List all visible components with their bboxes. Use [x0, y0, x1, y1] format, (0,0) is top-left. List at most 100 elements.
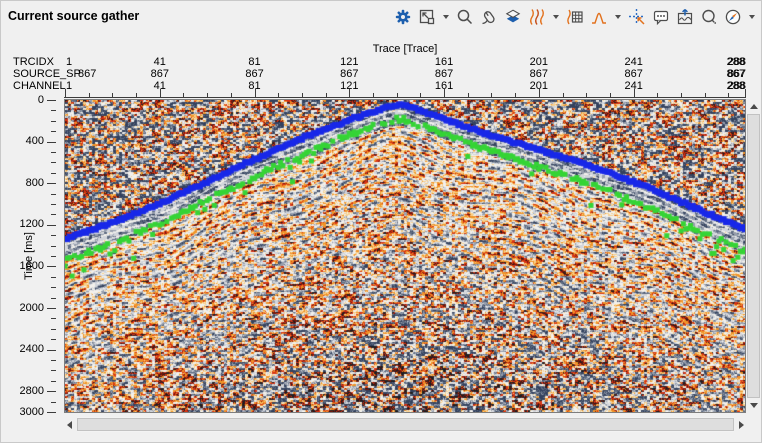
trace-minor-tick: [657, 93, 658, 97]
header-row-source-sp: SOURCE_SP 867867867867867867867867: [0, 68, 762, 80]
header-value: 201: [530, 56, 548, 68]
header-value: 867: [435, 68, 453, 80]
trace-major-tick: [160, 89, 161, 97]
time-minor-tick: [51, 329, 56, 330]
compass-dropdown-caret[interactable]: [747, 7, 757, 27]
header-value: 241: [624, 56, 642, 68]
wiggle-display-mode-icon[interactable]: [527, 7, 547, 27]
time-tick-label: 3000: [0, 407, 44, 418]
vertical-scrollbar-thumb[interactable]: [747, 114, 760, 398]
scroll-left-button[interactable]: [62, 417, 77, 432]
trace-major-tick: [539, 89, 540, 97]
header-row-channel: CHANNEL 14181121161201241288: [0, 80, 762, 92]
trace-minor-tick: [491, 93, 492, 97]
scroll-down-button[interactable]: [746, 398, 761, 413]
header-value: 867: [245, 68, 263, 80]
trace-minor-tick: [89, 93, 90, 97]
settings-gear-icon[interactable]: [393, 7, 413, 27]
time-minor-tick: [51, 152, 56, 153]
comments-icon[interactable]: [651, 7, 671, 27]
time-minor-tick: [51, 381, 56, 382]
trace-minor-tick: [207, 93, 208, 97]
trace-minor-tick: [586, 93, 587, 97]
time-tick-label: 2800: [0, 386, 44, 397]
header-row-trcidx: TRCIDX 14181121161201241288: [0, 56, 762, 68]
layers-icon[interactable]: [503, 7, 523, 27]
header-value: 867: [624, 68, 642, 80]
time-major-tick: [47, 308, 56, 309]
navigation-compass-icon[interactable]: [723, 7, 743, 27]
trace-axis-title: Trace [Trace]: [65, 43, 745, 55]
trace-minor-tick: [302, 93, 303, 97]
amplitude-spectrum-icon[interactable]: [589, 7, 609, 27]
time-minor-tick: [51, 131, 56, 132]
time-minor-tick: [51, 339, 56, 340]
mouse-mode-icon[interactable]: [479, 7, 499, 27]
trace-minor-tick: [278, 93, 279, 97]
export-image-icon[interactable]: [675, 7, 695, 27]
time-minor-tick: [51, 402, 56, 403]
trace-axis-line: [64, 97, 746, 98]
fit-to-window-icon[interactable]: [417, 7, 437, 27]
header-value: 867: [78, 68, 96, 80]
up-arrow-icon: [750, 104, 758, 109]
time-major-tick: [47, 350, 56, 351]
horizontal-scrollbar-thumb[interactable]: [77, 418, 734, 431]
header-value: 867: [151, 68, 169, 80]
header-row-label: SOURCE_SP: [13, 68, 81, 80]
time-major-tick: [47, 266, 56, 267]
left-arrow-icon: [67, 421, 72, 429]
trace-minor-tick: [705, 93, 706, 97]
time-minor-tick: [51, 370, 56, 371]
trace-major-tick: [745, 89, 746, 97]
amplitude-spectrum-dropdown-caret[interactable]: [613, 7, 623, 27]
time-tick-label: 0: [0, 95, 44, 106]
time-minor-tick: [51, 194, 56, 195]
trace-minor-tick: [231, 93, 232, 97]
time-major-tick: [47, 183, 56, 184]
titlebar: Current source gather: [0, 0, 762, 34]
time-major-tick: [47, 391, 56, 392]
zoom-icon[interactable]: [455, 7, 475, 27]
qc-tool-icon[interactable]: [699, 7, 719, 27]
window-title: Current source gather: [8, 9, 139, 23]
seismic-image-canvas[interactable]: [65, 100, 745, 412]
down-arrow-icon: [750, 403, 758, 408]
time-minor-tick: [51, 318, 56, 319]
time-tick-label: 400: [0, 136, 44, 147]
time-tick-label: 800: [0, 178, 44, 189]
time-tick-label: 2400: [0, 344, 44, 355]
trace-minor-tick: [681, 93, 682, 97]
time-minor-tick: [51, 298, 56, 299]
trace-minor-tick: [728, 93, 729, 97]
trace-major-tick: [634, 89, 635, 97]
time-axis-label: Time [ms]: [23, 226, 37, 286]
time-major-tick: [47, 225, 56, 226]
vertical-scrollbar[interactable]: [746, 99, 761, 413]
header-value: 867: [530, 68, 548, 80]
trace-major-tick: [349, 89, 350, 97]
header-value: 288: [728, 56, 746, 68]
trace-header-table-icon[interactable]: [565, 7, 585, 27]
time-tick-label: 1600: [0, 261, 44, 272]
horizontal-scrollbar[interactable]: [62, 417, 749, 432]
time-minor-tick: [51, 235, 56, 236]
app-window: Current source gather: [0, 0, 762, 443]
trace-major-tick: [65, 89, 66, 97]
header-value: 1: [66, 56, 72, 68]
time-major-tick: [47, 142, 56, 143]
scroll-up-button[interactable]: [746, 99, 761, 114]
header-value: 41: [154, 56, 166, 68]
trace-minor-tick: [420, 93, 421, 97]
fit-to-window-dropdown-caret[interactable]: [441, 7, 451, 27]
wiggle-display-dropdown-caret[interactable]: [551, 7, 561, 27]
time-minor-tick: [51, 121, 56, 122]
time-minor-tick: [51, 162, 56, 163]
time-minor-tick: [51, 214, 56, 215]
header-value: 288: [728, 80, 746, 92]
header-value: 867: [728, 68, 746, 80]
header-row-label: TRCIDX: [13, 56, 54, 68]
scroll-right-button[interactable]: [734, 417, 749, 432]
picking-mode-icon[interactable]: [627, 7, 647, 27]
header-row-label: CHANNEL: [13, 80, 66, 92]
